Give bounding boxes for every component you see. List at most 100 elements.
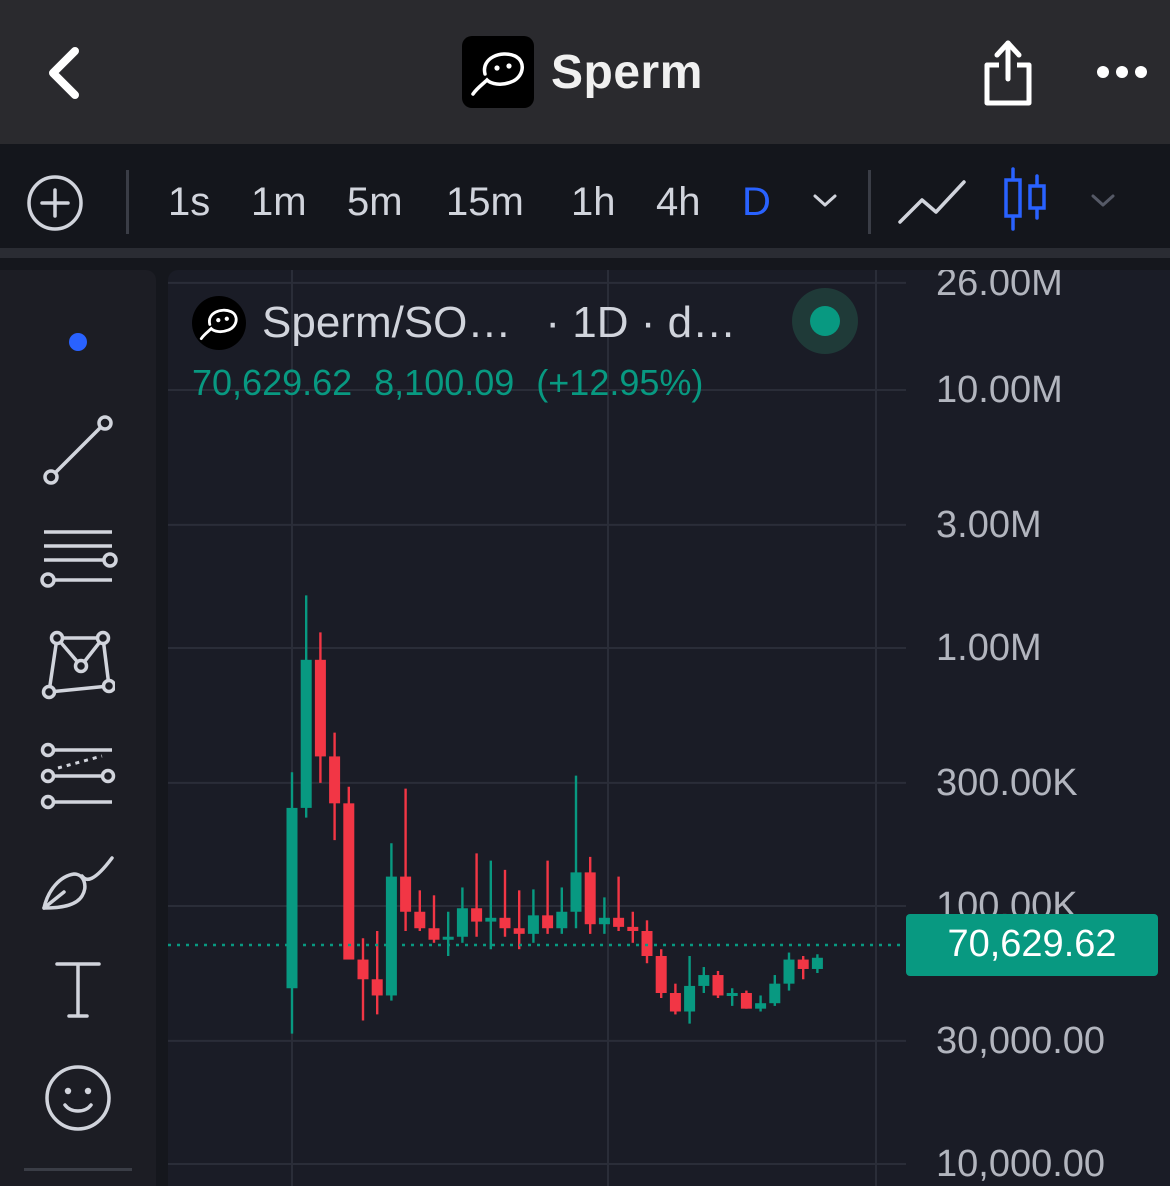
candle [400, 788, 412, 932]
candle [343, 786, 355, 960]
candle-body [542, 915, 554, 929]
candle [655, 949, 667, 998]
candle-body [385, 876, 397, 996]
status-dot-icon [810, 306, 840, 336]
candle-body [456, 908, 468, 937]
interval-15m[interactable]: 15m [446, 178, 524, 226]
candle [371, 931, 383, 1015]
candle [385, 843, 397, 1001]
interval-4h[interactable]: 4h [656, 178, 701, 226]
candle [542, 860, 554, 934]
interval-d[interactable]: D [742, 178, 771, 226]
candle-body [627, 926, 639, 932]
grid [168, 270, 906, 1186]
candle-body [329, 756, 341, 804]
legend-change: 8,100.09 [374, 362, 515, 403]
interval-dropdown-button[interactable] [810, 188, 840, 212]
y-axis-label: 10.00M [936, 369, 1063, 411]
candle [499, 869, 511, 937]
candle-body [769, 983, 781, 1004]
candle-body [300, 659, 312, 808]
candle-body [669, 993, 681, 1012]
chart-pane[interactable]: Sperm/SO… · 1D · d… 70,629.62 8,100.09 (… [168, 270, 1170, 1186]
candle [755, 995, 767, 1012]
line-chart-button[interactable] [896, 174, 968, 230]
candle-body [286, 807, 298, 989]
chart-toolbar: 1s 1m 5m 15m 1h 4h D [0, 144, 1170, 258]
more-horizontal-icon [1097, 66, 1147, 78]
cursor-tool-button[interactable] [34, 302, 122, 382]
candle-body [698, 975, 710, 986]
candle [314, 632, 326, 783]
pattern-tool-button[interactable] [34, 624, 122, 704]
toolbar-divider [126, 170, 129, 234]
y-axis-label: 30,000.00 [936, 1019, 1106, 1062]
chart-legend[interactable]: Sperm/SO… · 1D · d… 70,629.62 8,100.09 (… [192, 292, 736, 404]
candle [357, 938, 369, 1021]
add-indicator-button[interactable] [26, 174, 84, 232]
share-button[interactable] [976, 36, 1040, 108]
candles [286, 595, 823, 1034]
candle [712, 970, 724, 998]
candle [811, 954, 823, 973]
candle [513, 890, 525, 950]
candle-body [428, 928, 440, 940]
token-logo-icon [462, 36, 534, 108]
candle-body [513, 928, 525, 934]
candle [698, 967, 710, 994]
symbol-logo-icon [192, 296, 246, 350]
interval-1h[interactable]: 1h [571, 178, 616, 226]
cursor-dot-icon [69, 333, 87, 351]
candlestick-chart-button[interactable] [1002, 166, 1048, 232]
candle-body [471, 908, 483, 922]
candle [783, 952, 795, 991]
legend-change-percent: (+12.95%) [536, 362, 704, 403]
fib-retracement-tool-button[interactable] [34, 736, 122, 816]
interval-1s[interactable]: 1s [168, 178, 210, 226]
token-title: Sperm [462, 36, 703, 108]
market-status-indicator[interactable] [792, 288, 858, 354]
candle [627, 911, 639, 943]
app-header: Sperm [0, 0, 1170, 144]
candle-body [527, 915, 539, 934]
plus-circle-icon [27, 175, 83, 231]
candle [613, 876, 625, 932]
candle-body [357, 959, 369, 980]
candle-body [556, 911, 568, 929]
chart-type-dropdown-button[interactable] [1088, 188, 1118, 212]
interval-5m[interactable]: 5m [347, 178, 403, 226]
text-tool-button[interactable] [34, 950, 122, 1030]
candle-body [343, 803, 355, 960]
candle-body [400, 876, 412, 912]
candle-body [584, 872, 596, 925]
candle [414, 890, 426, 932]
y-axis-label: 1.00M [936, 627, 1042, 669]
candle [570, 775, 582, 929]
last-price-tag: 70,629.62 [906, 913, 1158, 976]
candle-body [655, 956, 667, 994]
y-axis-label: 26.00M [936, 270, 1063, 304]
line-chart-icon [898, 180, 966, 224]
back-button[interactable] [28, 38, 98, 108]
emoji-icon [45, 1065, 111, 1131]
y-axis-label: 10,000.00 [936, 1143, 1106, 1185]
legend-interval: · 1D · d… [545, 298, 737, 347]
candle [456, 887, 468, 943]
candle-body [598, 917, 610, 925]
brush-tool-button[interactable] [34, 842, 122, 922]
candle [797, 956, 809, 980]
interval-1m[interactable]: 1m [251, 178, 307, 226]
trend-line-tool-button[interactable] [34, 410, 122, 490]
chevron-left-icon [49, 47, 79, 99]
candle-body [371, 979, 383, 996]
candle-body [613, 917, 625, 927]
candle [669, 983, 681, 1015]
emoji-tool-button[interactable] [34, 1058, 122, 1138]
candle-body [414, 911, 426, 929]
more-button[interactable] [1090, 50, 1154, 94]
candle-body [485, 917, 497, 922]
candle [300, 595, 312, 818]
legend-last-price: 70,629.62 [192, 362, 353, 403]
horizontal-lines-tool-button[interactable] [34, 518, 122, 598]
toolbar-divider [868, 170, 871, 234]
